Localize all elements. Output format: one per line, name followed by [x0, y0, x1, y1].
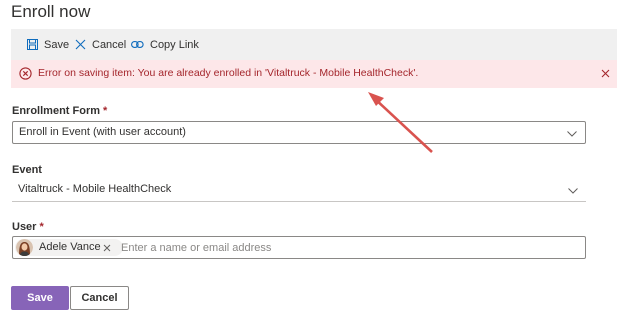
error-circle-icon — [19, 67, 32, 83]
cancel-button[interactable]: Cancel — [70, 286, 129, 310]
required-marker: * — [39, 221, 44, 233]
event-label: Event — [12, 164, 42, 176]
dismiss-error-icon[interactable] — [601, 69, 610, 81]
user-label-text: User — [12, 221, 37, 233]
enrollment-form-label: Enrollment Form * — [12, 105, 107, 117]
enrollment-form-value: Enroll in Event (with user account) — [19, 126, 186, 138]
required-marker: * — [103, 105, 108, 117]
chevron-down-icon — [568, 185, 578, 197]
toolbar-cancel-label: Cancel — [92, 38, 127, 51]
error-message-bar: Error on saving item: You are already en… — [11, 60, 617, 88]
user-label: User * — [12, 221, 44, 233]
toolbar-copy-link-label: Copy Link — [150, 38, 199, 51]
close-icon — [75, 39, 86, 50]
remove-user-icon[interactable] — [103, 243, 111, 255]
user-people-picker[interactable]: Adele Vance — [12, 236, 586, 259]
toolbar-save-label: Save — [44, 38, 70, 51]
event-value: Vitaltruck - Mobile HealthCheck — [18, 183, 172, 195]
user-search-input[interactable] — [119, 239, 563, 257]
page-title: Enroll now — [11, 2, 91, 21]
toolbar-cancel-button[interactable]: Cancel — [75, 29, 126, 60]
enrollment-form-dropdown[interactable]: Enroll in Event (with user account) — [12, 121, 586, 144]
save-button[interactable]: Save — [11, 286, 69, 310]
avatar — [16, 239, 33, 256]
command-bar: Save Cancel Copy Link — [11, 29, 617, 60]
enrollment-form-label-text: Enrollment Form — [12, 105, 101, 117]
toolbar-save-button[interactable]: Save — [27, 29, 69, 60]
selected-user-chip: Adele Vance — [15, 239, 123, 256]
link-icon — [131, 39, 144, 50]
event-dropdown[interactable]: Vitaltruck - Mobile HealthCheck — [12, 179, 586, 202]
selected-user-name: Adele Vance — [39, 241, 101, 253]
save-icon — [27, 39, 38, 50]
error-message-text: Error on saving item: You are already en… — [38, 67, 419, 79]
toolbar-copy-link-button[interactable]: Copy Link — [131, 29, 199, 60]
chevron-down-icon — [567, 128, 577, 140]
